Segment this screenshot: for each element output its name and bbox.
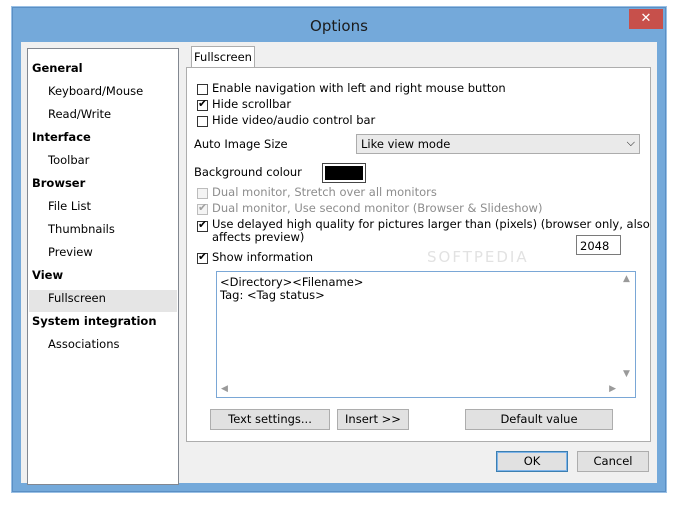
horizontal-scrollbar[interactable]: ◀ ▶ [217, 381, 620, 397]
tree-item-file-list[interactable]: File List [48, 199, 91, 213]
dual-stretch-checkbox[interactable] [197, 188, 208, 199]
show-information-checkbox[interactable]: ✔ [197, 250, 208, 264]
delayed-quality-label-line2: affects preview) [212, 230, 305, 244]
tree-group-system-integration[interactable]: System integration [32, 314, 157, 328]
background-colour-button[interactable] [322, 163, 366, 183]
scroll-down-icon[interactable]: ▼ [623, 369, 630, 379]
chevron-down-icon: ⌵ [626, 136, 635, 149]
title-bar[interactable]: Options ✕ [13, 8, 665, 42]
checkmark-icon: ✔ [198, 250, 208, 263]
hide-scrollbar-label: Hide scrollbar [212, 97, 292, 111]
tab-fullscreen[interactable]: Fullscreen [191, 46, 255, 68]
tree-group-general[interactable]: General [32, 61, 83, 75]
close-button[interactable]: ✕ [629, 9, 663, 29]
auto-image-size-value: Like view mode [361, 137, 451, 151]
scroll-right-icon[interactable]: ▶ [609, 384, 616, 394]
enable-navigation-checkbox[interactable] [197, 84, 208, 95]
hide-control-bar-label: Hide video/audio control bar [212, 113, 376, 127]
tree-item-read-write[interactable]: Read/Write [48, 107, 111, 121]
info-text-line: Tag: <Tag status> [220, 288, 325, 302]
checkmark-icon: ✔ [198, 201, 208, 214]
tree-item-associations[interactable]: Associations [48, 337, 119, 351]
checkmark-icon: ✔ [198, 218, 208, 231]
show-information-label: Show information [212, 250, 314, 264]
options-window: Options ✕ General Keyboard/Mouse Read/Wr… [12, 7, 666, 492]
auto-image-size-select[interactable]: Like view mode ⌵ [356, 134, 640, 154]
tree-group-interface[interactable]: Interface [32, 130, 91, 144]
fullscreen-panel: SOFTPEDIA Enable navigation with left an… [186, 67, 651, 442]
window-title: Options [310, 17, 368, 35]
dual-second-label: Dual monitor, Use second monitor (Browse… [212, 201, 543, 215]
tree-item-thumbnails[interactable]: Thumbnails [48, 222, 115, 236]
pixel-threshold-input[interactable]: 2048 [576, 235, 621, 255]
information-text-editor[interactable]: <Directory><Filename> Tag: <Tag status> … [216, 271, 636, 398]
checkmark-icon: ✔ [198, 97, 208, 110]
hide-scrollbar-checkbox[interactable]: ✔ [197, 97, 208, 111]
tree-group-browser[interactable]: Browser [32, 176, 85, 190]
delayed-quality-label-line1: Use delayed high quality for pictures la… [212, 217, 650, 231]
insert-button[interactable]: Insert >> [337, 409, 409, 430]
tree-item-fullscreen[interactable]: Fullscreen [48, 291, 106, 305]
delayed-quality-checkbox[interactable]: ✔ [197, 218, 208, 232]
category-tree: General Keyboard/Mouse Read/Write Interf… [27, 48, 179, 485]
tree-group-view[interactable]: View [32, 268, 63, 282]
watermark: SOFTPEDIA [427, 248, 529, 266]
default-value-button[interactable]: Default value [465, 409, 613, 430]
tree-item-toolbar[interactable]: Toolbar [48, 153, 89, 167]
info-text-line: <Directory><Filename> [220, 275, 364, 289]
close-icon: ✕ [640, 11, 652, 26]
enable-navigation-label: Enable navigation with left and right mo… [212, 81, 506, 95]
colour-swatch [325, 166, 363, 180]
vertical-scrollbar[interactable]: ▲ ▼ [619, 272, 635, 381]
scroll-up-icon[interactable]: ▲ [623, 274, 630, 284]
text-settings-button[interactable]: Text settings... [210, 409, 330, 430]
hide-control-bar-checkbox[interactable] [197, 116, 208, 127]
tree-item-preview[interactable]: Preview [48, 245, 93, 259]
dialog-client: General Keyboard/Mouse Read/Write Interf… [21, 42, 657, 485]
ok-button[interactable]: OK [496, 451, 568, 472]
auto-image-size-label: Auto Image Size [194, 137, 288, 151]
background-colour-label: Background colour [194, 165, 302, 179]
scroll-left-icon[interactable]: ◀ [221, 384, 228, 394]
dual-second-checkbox[interactable]: ✔ [197, 201, 208, 215]
tree-item-keyboard-mouse[interactable]: Keyboard/Mouse [48, 84, 143, 98]
dual-stretch-label: Dual monitor, Stretch over all monitors [212, 185, 437, 199]
cancel-button[interactable]: Cancel [577, 451, 649, 472]
